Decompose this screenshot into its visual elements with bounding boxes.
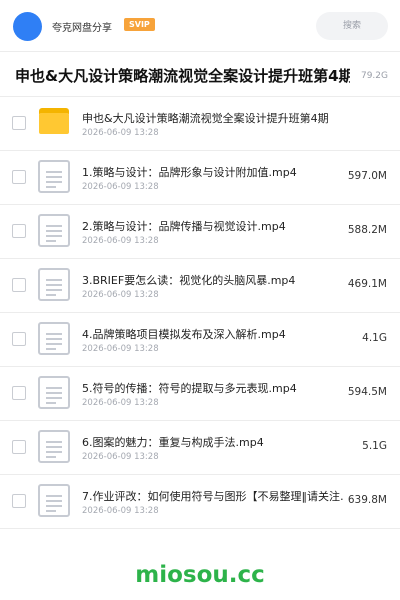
file-list: 申也&大凡设计策略潮流视觉全案设计提升班第4期 2026-06-09 13:28…: [0, 97, 400, 529]
item-checkbox[interactable]: [12, 494, 26, 508]
app-header: 夸克网盘分享 SVIP 搜索: [0, 0, 400, 52]
document-file-icon: [38, 430, 70, 463]
item-name: 2.策略与设计：品牌传播与视觉设计.mp4: [82, 220, 286, 233]
item-size: 597.0M: [345, 170, 387, 182]
document-file-icon: [38, 160, 70, 193]
list-item[interactable]: 申也&大凡设计策略潮流视觉全案设计提升班第4期 2026-06-09 13:28: [0, 97, 400, 151]
item-checkbox[interactable]: [12, 386, 26, 400]
document-file-icon: [38, 268, 70, 301]
item-date: 2026-06-09 13:28: [82, 290, 159, 300]
item-checkbox[interactable]: [12, 170, 26, 184]
folder-title: 申也&大凡设计策略潮流视觉全案设计提升班第4期: [15, 67, 350, 85]
list-item[interactable]: 1.策略与设计：品牌形象与设计附加值.mp4 2026-06-09 13:28 …: [0, 151, 400, 205]
list-item[interactable]: 4.品牌策略项目模拟发布及深入解析.mp4 2026-06-09 13:28 4…: [0, 313, 400, 367]
item-checkbox[interactable]: [12, 440, 26, 454]
item-date: 2026-06-09 13:28: [82, 344, 159, 354]
brand-label: 夸克网盘分享: [52, 23, 112, 34]
item-size: 588.2M: [345, 224, 387, 236]
list-item[interactable]: 6.图案的魅力：重复与构成手法.mp4 2026-06-09 13:28 5.1…: [0, 421, 400, 475]
folder-size: 79.2G: [356, 71, 388, 81]
item-size: 5.1G: [360, 440, 387, 452]
search-button[interactable]: 搜索: [316, 12, 388, 40]
item-name: 6.图案的魅力：重复与构成手法.mp4: [82, 436, 264, 449]
item-size: 469.1M: [345, 278, 387, 290]
item-date: 2026-06-09 13:28: [82, 236, 159, 246]
item-checkbox[interactable]: [12, 224, 26, 238]
item-checkbox[interactable]: [12, 332, 26, 346]
document-file-icon: [38, 322, 70, 355]
document-file-icon: [38, 214, 70, 247]
item-name: 申也&大凡设计策略潮流视觉全案设计提升班第4期: [82, 112, 329, 125]
item-size: 594.5M: [345, 386, 387, 398]
document-file-icon: [38, 376, 70, 409]
item-date: 2026-06-09 13:28: [82, 506, 159, 516]
item-name: 5.符号的传播：符号的提取与多元表现.mp4: [82, 382, 297, 395]
item-checkbox[interactable]: [12, 116, 26, 130]
list-item[interactable]: 3.BRIEF要怎么读：视觉化的头脑风暴.mp4 2026-06-09 13:2…: [0, 259, 400, 313]
item-checkbox[interactable]: [12, 278, 26, 292]
folder-title-row: 申也&大凡设计策略潮流视觉全案设计提升班第4期 79.2G: [0, 52, 400, 97]
watermark: miosou.cc: [135, 562, 265, 588]
item-date: 2026-06-09 13:28: [82, 398, 159, 408]
item-date: 2026-06-09 13:28: [82, 128, 159, 138]
avatar[interactable]: [13, 12, 42, 41]
list-item[interactable]: 2.策略与设计：品牌传播与视觉设计.mp4 2026-06-09 13:28 5…: [0, 205, 400, 259]
item-size: 639.8M: [345, 494, 387, 506]
svip-badge: SVIP: [124, 18, 155, 31]
document-file-icon: [38, 484, 70, 517]
item-size: 4.1G: [360, 332, 387, 344]
folder-icon: [39, 108, 69, 134]
item-name: 1.策略与设计：品牌形象与设计附加值.mp4: [82, 166, 297, 179]
list-item[interactable]: 5.符号的传播：符号的提取与多元表现.mp4 2026-06-09 13:28 …: [0, 367, 400, 421]
item-name: 4.品牌策略项目模拟发布及深入解析.mp4: [82, 328, 286, 341]
list-item[interactable]: 7.作业评改：如何使用符号与图形【不易整理‖请关注… 2026-06-09 13…: [0, 475, 400, 529]
item-name: 3.BRIEF要怎么读：视觉化的头脑风暴.mp4: [82, 274, 296, 287]
item-date: 2026-06-09 13:28: [82, 182, 159, 192]
item-name: 7.作业评改：如何使用符号与图形【不易整理‖请关注…: [82, 490, 344, 503]
item-date: 2026-06-09 13:28: [82, 452, 159, 462]
